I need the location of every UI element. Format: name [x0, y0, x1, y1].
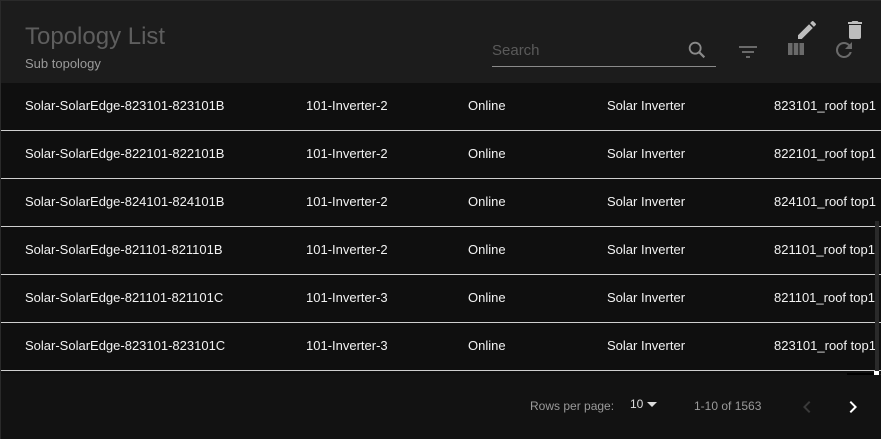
- dropdown-arrow-icon: [647, 402, 658, 408]
- search-input[interactable]: [492, 39, 677, 61]
- cell-device: 101-Inverter-2: [306, 242, 388, 257]
- cell-type: Solar Inverter: [607, 338, 686, 353]
- vertical-scrollbar[interactable]: [875, 221, 879, 371]
- delete-icon[interactable]: [843, 18, 867, 42]
- table-pagination: Rows per page: 10 1-10 of 1563: [1, 375, 881, 439]
- cell-type: Solar Inverter: [607, 242, 686, 257]
- rows-per-page-label: Rows per page:: [530, 399, 615, 413]
- cell-name: Solar-SolarEdge-821101-821101C: [25, 290, 224, 305]
- cell-location: 821101_roof top1: [774, 242, 875, 257]
- filter-icon[interactable]: [736, 39, 760, 63]
- cell-type: Solar Inverter: [607, 98, 686, 113]
- cell-type: Solar Inverter: [607, 146, 686, 161]
- previous-page-button[interactable]: [795, 395, 819, 419]
- table-row[interactable]: Solar-SolarEdge-823101-823101C 101-Inver…: [1, 323, 881, 371]
- edit-icon[interactable]: [795, 18, 819, 42]
- cell-status: Online: [468, 242, 506, 257]
- cell-status: Online: [468, 98, 506, 113]
- cell-status: Online: [468, 146, 506, 161]
- rows-per-page-select[interactable]: 10: [630, 397, 658, 411]
- search-icon[interactable]: [686, 39, 708, 61]
- topology-table: Solar-SolarEdge-823101-823101B 101-Inver…: [1, 83, 881, 374]
- table-row[interactable]: Solar-SolarEdge-824101-824101B 101-Inver…: [1, 179, 881, 227]
- cell-device: 101-Inverter-2: [306, 98, 388, 113]
- cell-device: 101-Inverter-3: [306, 290, 388, 305]
- cell-location: 823101_roof top1: [774, 338, 876, 353]
- topology-list-panel: Topology List Sub topology Solar-SolarEd…: [0, 0, 881, 439]
- next-page-button[interactable]: [841, 395, 865, 419]
- chevron-left-icon: [803, 401, 811, 413]
- table-toolbar: Topology List Sub topology: [1, 1, 881, 83]
- table-row[interactable]: Solar-SolarEdge-821101-821101C 101-Inver…: [1, 275, 881, 323]
- cell-device: 101-Inverter-2: [306, 194, 388, 209]
- rows-per-page-value: 10: [630, 397, 644, 411]
- cell-name: Solar-SolarEdge-823101-823101C: [25, 338, 226, 353]
- chevron-right-icon: [849, 401, 857, 413]
- page-title: Topology List: [25, 23, 166, 50]
- table-row[interactable]: Solar-SolarEdge-823101-823101B 101-Inver…: [1, 83, 881, 131]
- cell-name: Solar-SolarEdge-823101-823101B: [25, 98, 225, 113]
- cell-type: Solar Inverter: [607, 194, 686, 209]
- cell-device: 101-Inverter-3: [306, 338, 388, 353]
- cell-location: 823101_roof top1: [774, 98, 876, 113]
- cell-status: Online: [468, 338, 506, 353]
- cell-status: Online: [468, 290, 506, 305]
- cell-location: 824101_roof top1: [774, 194, 876, 209]
- cell-name: Solar-SolarEdge-824101-824101B: [25, 194, 225, 209]
- cell-location: 822101_roof top1: [774, 146, 876, 161]
- page-subtitle: Sub topology: [25, 56, 101, 71]
- search-field: [492, 35, 716, 67]
- cell-status: Online: [468, 194, 506, 209]
- table-row[interactable]: Solar-SolarEdge-822101-822101B 101-Inver…: [1, 131, 881, 179]
- cell-name: Solar-SolarEdge-822101-822101B: [25, 146, 225, 161]
- cell-type: Solar Inverter: [607, 290, 686, 305]
- table-row[interactable]: Solar-SolarEdge-821101-821101B 101-Inver…: [1, 227, 881, 275]
- cell-name: Solar-SolarEdge-821101-821101B: [25, 242, 223, 257]
- cell-device: 101-Inverter-2: [306, 146, 388, 161]
- cell-location: 821101_roof top1: [774, 290, 875, 305]
- pagination-range: 1-10 of 1563: [694, 399, 762, 413]
